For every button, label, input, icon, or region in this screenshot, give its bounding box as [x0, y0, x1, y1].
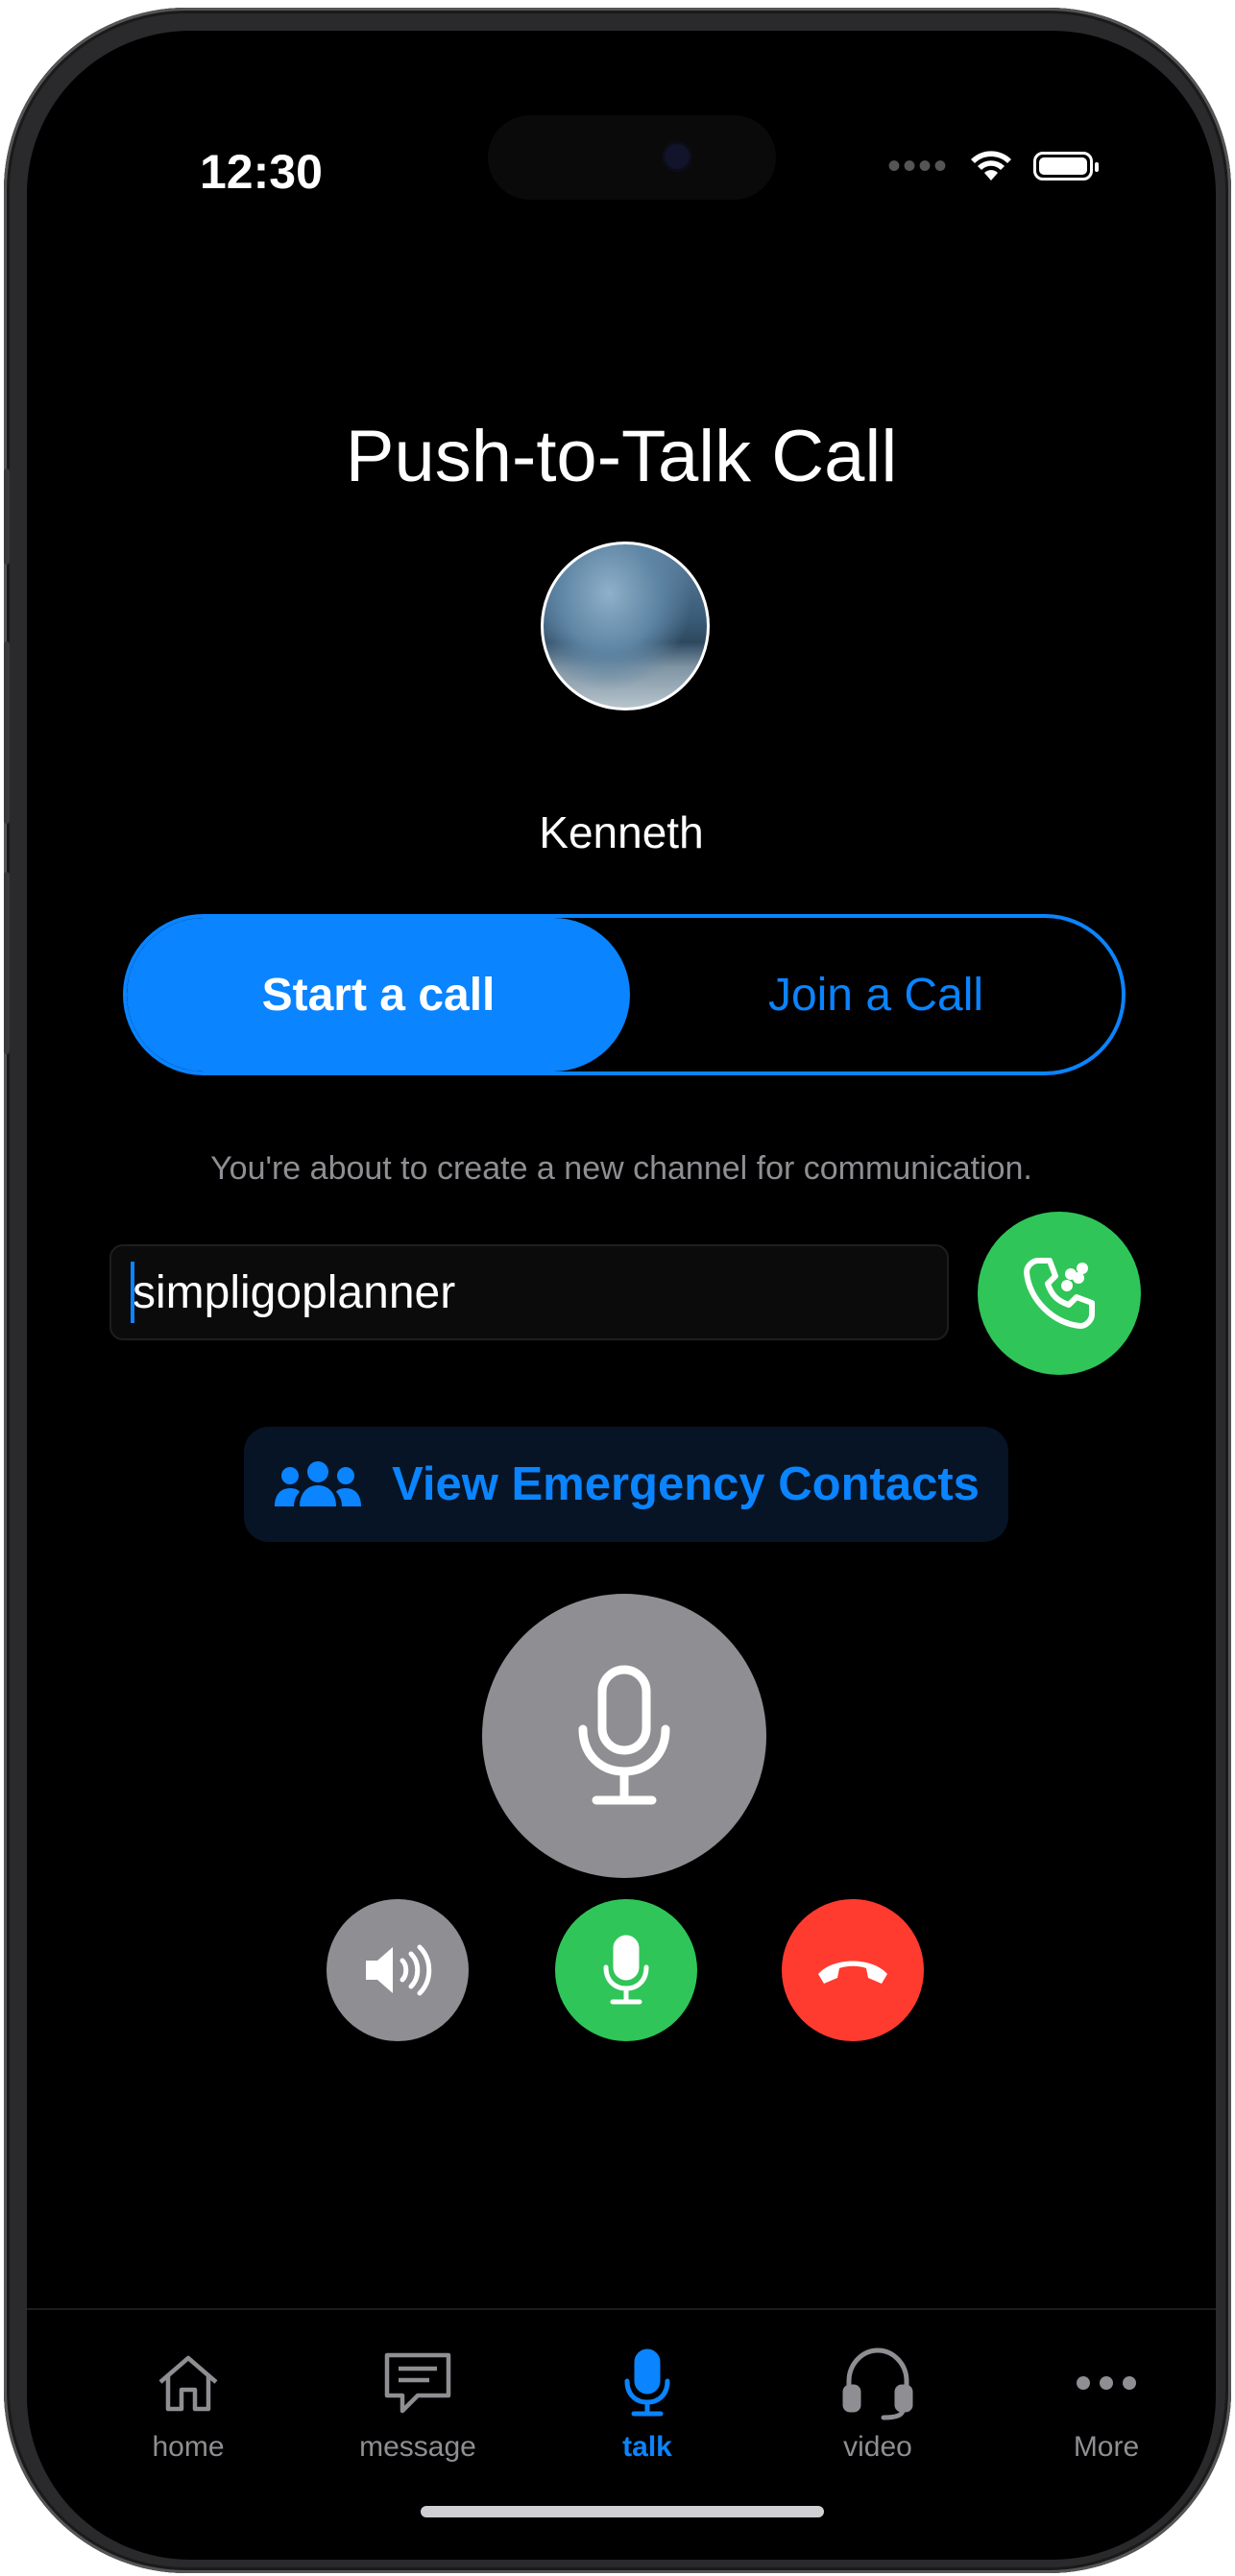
emergency-label: View Emergency Contacts: [392, 1458, 980, 1510]
tab-label: talk: [622, 2431, 672, 2463]
tab-home[interactable]: home: [92, 2345, 284, 2464]
channel-name-input[interactable]: simpligoplanner: [109, 1244, 949, 1340]
tab-label: home: [152, 2431, 225, 2463]
people-icon: [275, 1461, 362, 1506]
call-mode-segmented-control: Start a call Join a Call: [123, 914, 1126, 1075]
side-button: [4, 641, 10, 824]
side-button: [4, 469, 10, 565]
screen: 12:30 •••• Push-to-Talk Call Kenneth Sta…: [27, 31, 1216, 2560]
tab-talk[interactable]: talk: [551, 2345, 743, 2464]
tab-video[interactable]: video: [782, 2345, 974, 2464]
tab-label: More: [1073, 2431, 1140, 2463]
tab-more[interactable]: More: [1010, 2345, 1202, 2464]
hint-text: You're about to create a new channel for…: [210, 1150, 1032, 1187]
mic-icon: [624, 2348, 670, 2417]
tab-label: video: [843, 2431, 912, 2463]
page-title: Push-to-Talk Call: [345, 416, 898, 497]
headphones-icon: [842, 2347, 913, 2420]
status-time: 12:30: [200, 145, 323, 199]
phone-frame: 12:30 •••• Push-to-Talk Call Kenneth Sta…: [4, 8, 1231, 2573]
text-caret: [131, 1262, 134, 1323]
tab-bar: home message talk video More: [27, 2308, 1216, 2560]
message-icon: [384, 2352, 451, 2414]
hang-up-icon: [818, 1961, 887, 1984]
house-icon: [158, 2355, 218, 2412]
battery-icon: [1033, 152, 1099, 181]
tab-message[interactable]: message: [322, 2345, 514, 2464]
signal-dots-icon: ••••: [886, 145, 949, 187]
push-to-talk-button[interactable]: [482, 1594, 766, 1878]
view-emergency-contacts-button[interactable]: View Emergency Contacts: [244, 1427, 1008, 1542]
start-call-button[interactable]: [978, 1212, 1141, 1375]
mute-button[interactable]: [555, 1899, 697, 2041]
tab-label: message: [359, 2431, 476, 2463]
phone-call-icon: [1024, 1258, 1095, 1329]
dynamic-island: [488, 115, 776, 200]
end-call-button[interactable]: [782, 1899, 924, 2041]
join-call-tab[interactable]: Join a Call: [630, 918, 1122, 1071]
ellipsis-icon: [1077, 2376, 1136, 2390]
contact-name: Kenneth: [539, 807, 704, 857]
wifi-icon: [971, 151, 1011, 181]
avatar: [541, 542, 710, 710]
speaker-icon: [366, 1944, 432, 1996]
home-indicator[interactable]: [421, 2506, 824, 2517]
channel-name-value: simpligoplanner: [133, 1266, 456, 1318]
mic-icon: [578, 1665, 670, 1805]
camera-icon: [665, 144, 690, 169]
speaker-button[interactable]: [327, 1899, 469, 2041]
side-button: [4, 872, 10, 1054]
start-call-tab[interactable]: Start a call: [127, 918, 630, 1071]
mic-icon: [603, 1935, 649, 2005]
status-icons: ••••: [886, 145, 1099, 187]
